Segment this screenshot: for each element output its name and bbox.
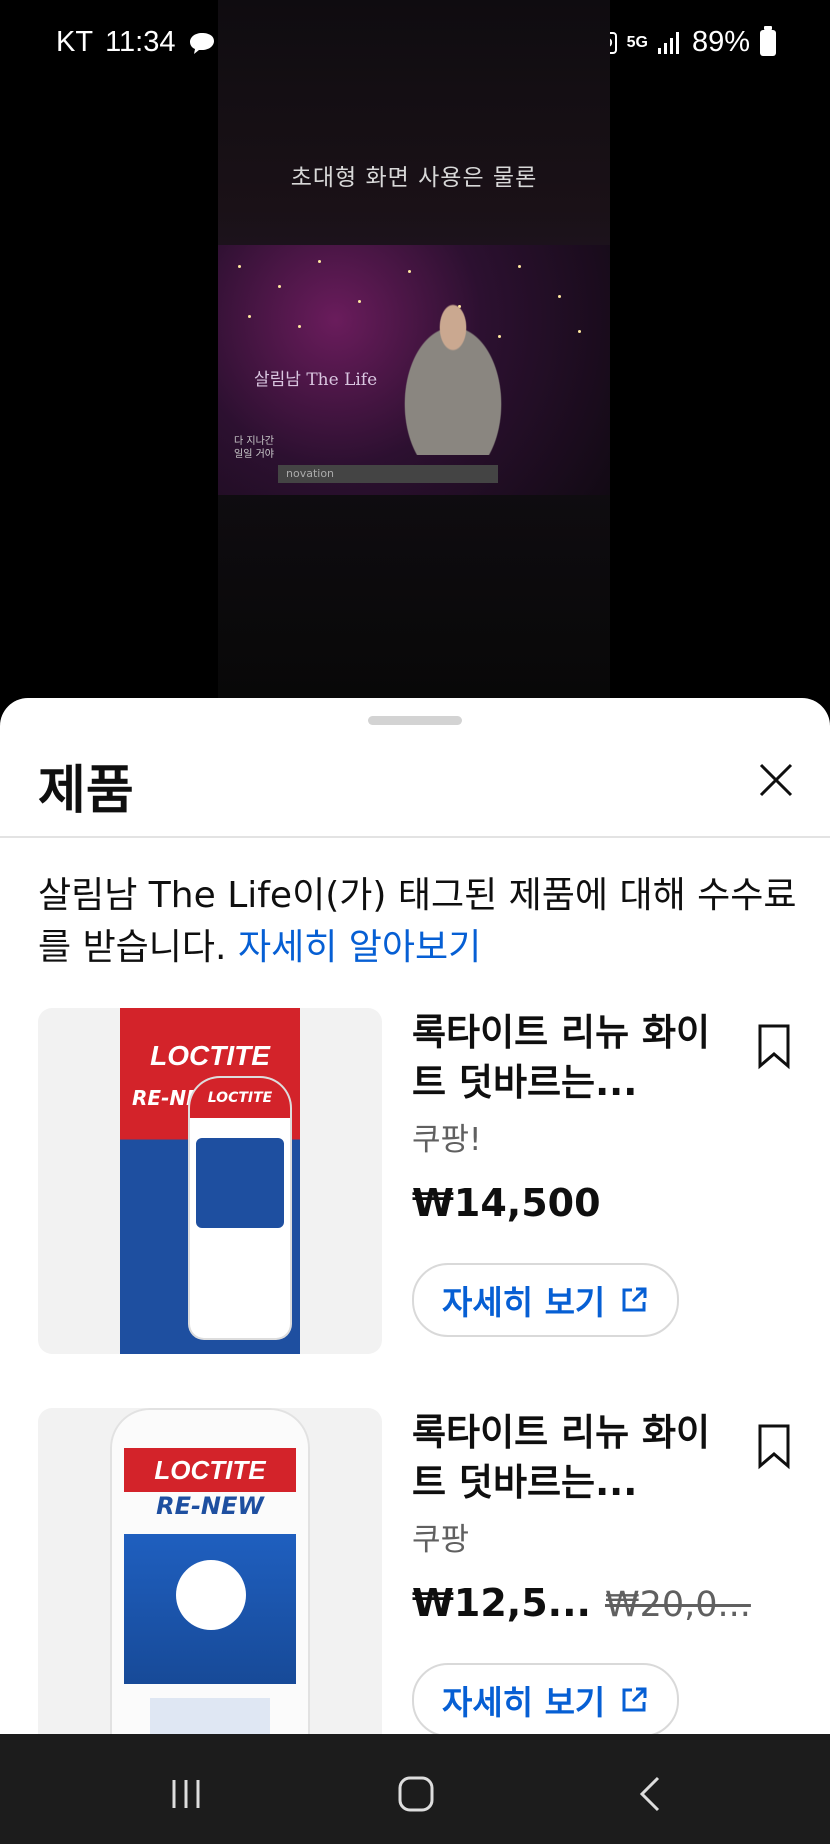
product-price: ₩12,5... ₩20,0... — [412, 1581, 751, 1625]
product-package-illustration: LOCTITE RE-NEW LOCTITE — [120, 1008, 300, 1354]
package-brand: LOCTITE — [150, 1040, 270, 1071]
drag-handle[interactable] — [368, 716, 462, 725]
lyric-overlay: 다 지나간 일일 거야 — [234, 436, 274, 460]
product-store: 쿠팡! — [412, 1122, 482, 1158]
bottle-illustration: LOCTITE — [190, 1078, 290, 1338]
header-divider — [0, 836, 830, 838]
battery-percent: 89% — [691, 26, 750, 58]
bottle-brand: LOCTITE — [154, 1455, 266, 1485]
close-icon[interactable] — [756, 760, 796, 800]
external-link-icon — [622, 1287, 647, 1312]
product-image[interactable]: LOCTITE RE-NEW LOCTITE — [38, 1008, 382, 1354]
status-right: HD 5G 89% — [589, 25, 776, 59]
bottle-label: RE-NEW — [156, 1492, 264, 1520]
product-info: 록타이트 리뉴 화이트 덧바르는... 쿠팡! ₩14,500 자세히 보기 — [412, 1008, 732, 1337]
product-title[interactable]: 록타이트 리뉴 화이트 덧바르는... — [412, 1008, 732, 1108]
sheet-title: 제품 — [38, 761, 134, 821]
clock: 11:34 — [105, 26, 176, 58]
view-details-button[interactable]: 자세히 보기 — [412, 1663, 680, 1737]
video-caption: 초대형 화면 사용은 물론 — [290, 165, 538, 191]
back-icon[interactable] — [630, 1774, 670, 1814]
product-image[interactable]: LOCTITE RE-NEW — [38, 1408, 382, 1754]
video-player[interactable]: 초대형 화면 사용은 물론 살림남 The Life 다 지나간 일일 거야 n… — [218, 0, 610, 700]
view-details-button[interactable]: 자세히 보기 — [412, 1263, 680, 1337]
recent-apps-icon[interactable] — [166, 1774, 206, 1814]
bottle-brand: LOCTITE — [207, 1090, 273, 1106]
channel-overlay: 살림남 The Life — [254, 370, 378, 390]
view-details-label: 자세히 보기 — [442, 1283, 606, 1322]
signal-icon — [657, 31, 679, 54]
bookmark-icon[interactable] — [754, 1422, 794, 1470]
learn-more-link[interactable]: 자세히 알아보기 — [238, 927, 481, 968]
product-card[interactable]: LOCTITE RE-NEW 록타이트 리뉴 화이트 덧바르는... 쿠팡 ₩1… — [38, 1408, 798, 1758]
external-link-icon — [622, 1687, 647, 1712]
product-price: ₩14,500 — [412, 1181, 601, 1225]
battery-icon — [760, 25, 776, 56]
chat-bubble-icon — [190, 32, 215, 54]
performer-figure — [378, 285, 528, 455]
view-details-label: 자세히 보기 — [442, 1683, 606, 1722]
affiliate-disclosure: 살림남 The Life이(가) 태그된 제품에 대해 수수료를 받습니다. 자… — [38, 870, 798, 974]
product-title[interactable]: 록타이트 리뉴 화이트 덧바르는... — [412, 1408, 732, 1508]
product-info: 록타이트 리뉴 화이트 덧바르는... 쿠팡 ₩12,5... ₩20,0... … — [412, 1408, 751, 1737]
keyboard-label: novation — [278, 465, 498, 483]
system-nav-bar — [0, 1734, 830, 1844]
bookmark-icon[interactable] — [754, 1022, 794, 1070]
original-price: ₩20,0... — [604, 1585, 751, 1625]
home-icon[interactable] — [396, 1774, 436, 1814]
product-store: 쿠팡 — [412, 1522, 470, 1558]
5g-badge: 5G — [626, 33, 648, 51]
product-bottle-illustration: LOCTITE RE-NEW — [110, 1408, 310, 1754]
products-sheet: 제품 살림남 The Life이(가) 태그된 제품에 대해 수수료를 받습니다… — [0, 698, 830, 1844]
video-frame: 살림남 The Life 다 지나간 일일 거야 novation — [218, 245, 610, 495]
carrier-label: KT — [56, 26, 94, 58]
product-card[interactable]: LOCTITE RE-NEW LOCTITE 록타이트 리뉴 화이트 덧바르는.… — [38, 1008, 798, 1358]
